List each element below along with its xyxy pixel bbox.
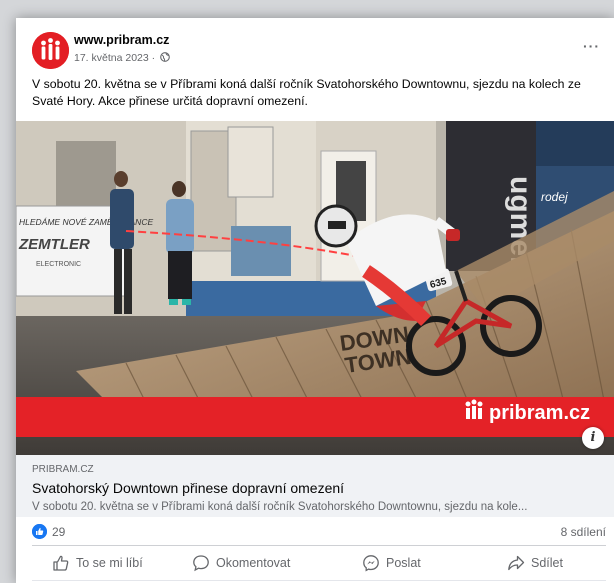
- svg-text:rodej: rodej: [541, 190, 568, 204]
- bottom-divider: [32, 580, 606, 581]
- avatar[interactable]: [32, 32, 69, 69]
- link-description: V sobotu 20. května se v Příbrami koná d…: [32, 501, 528, 513]
- share-button[interactable]: Sdílet: [507, 550, 563, 576]
- post-date-text: 17. května 2023 ·: [74, 52, 156, 64]
- downtown-race-photo: ugmer rodej HLEDÁME NOVÉ ZAMĚSTNANCE ZEM…: [16, 121, 614, 455]
- info-icon[interactable]: i: [582, 427, 604, 449]
- like-count[interactable]: 29: [52, 525, 65, 539]
- link-preview[interactable]: PRIBRAM.CZ Svatohorský Downtown přinese …: [16, 455, 614, 517]
- thumbs-up-icon[interactable]: [32, 524, 47, 539]
- watermark-text: pribram.cz: [489, 402, 590, 424]
- speech-bubble-icon: [193, 555, 209, 572]
- comment-button[interactable]: Okomentovat: [192, 550, 290, 576]
- globe-icon: [160, 52, 170, 62]
- share-arrow-icon: [508, 555, 525, 571]
- pribram-logo-icon: [32, 32, 69, 69]
- messenger-icon: [363, 555, 379, 572]
- link-title: Svatohorský Downtown přinese dopravní om…: [32, 480, 345, 496]
- post-header: www.pribram.cz 17. května 2023 · ···: [16, 18, 614, 69]
- share-label: Sdílet: [531, 556, 563, 570]
- link-domain: PRIBRAM.CZ: [32, 464, 94, 475]
- send-label: Poslat: [386, 556, 421, 570]
- thumbs-up-outline-icon: [53, 555, 69, 571]
- send-button[interactable]: Poslat: [362, 550, 421, 576]
- post-date[interactable]: 17. května 2023 ·: [74, 52, 170, 64]
- like-label: To se mi líbí: [76, 556, 143, 570]
- like-button[interactable]: To se mi líbí: [52, 550, 143, 576]
- action-bar: To se mi líbí Okomentovat Poslat Sdílet: [16, 548, 614, 578]
- comment-label: Okomentovat: [216, 556, 291, 570]
- post-text: V sobotu 20. května se v Příbrami koná d…: [32, 77, 581, 108]
- post-stats: 29 8 sdílení: [16, 517, 614, 545]
- banner-sub-text: ELECTRONIC: [36, 261, 81, 268]
- page-name-link[interactable]: www.pribram.cz: [74, 33, 169, 47]
- share-count[interactable]: 8 sdílení: [561, 525, 606, 539]
- facebook-post: www.pribram.cz 17. května 2023 · ··· V s…: [16, 18, 614, 583]
- divider: [32, 545, 606, 546]
- banner-brand-text: ZEMTLER: [18, 236, 90, 253]
- more-options-button[interactable]: ···: [583, 38, 600, 54]
- post-photo[interactable]: ugmer rodej HLEDÁME NOVÉ ZAMĚSTNANCE ZEM…: [16, 121, 614, 455]
